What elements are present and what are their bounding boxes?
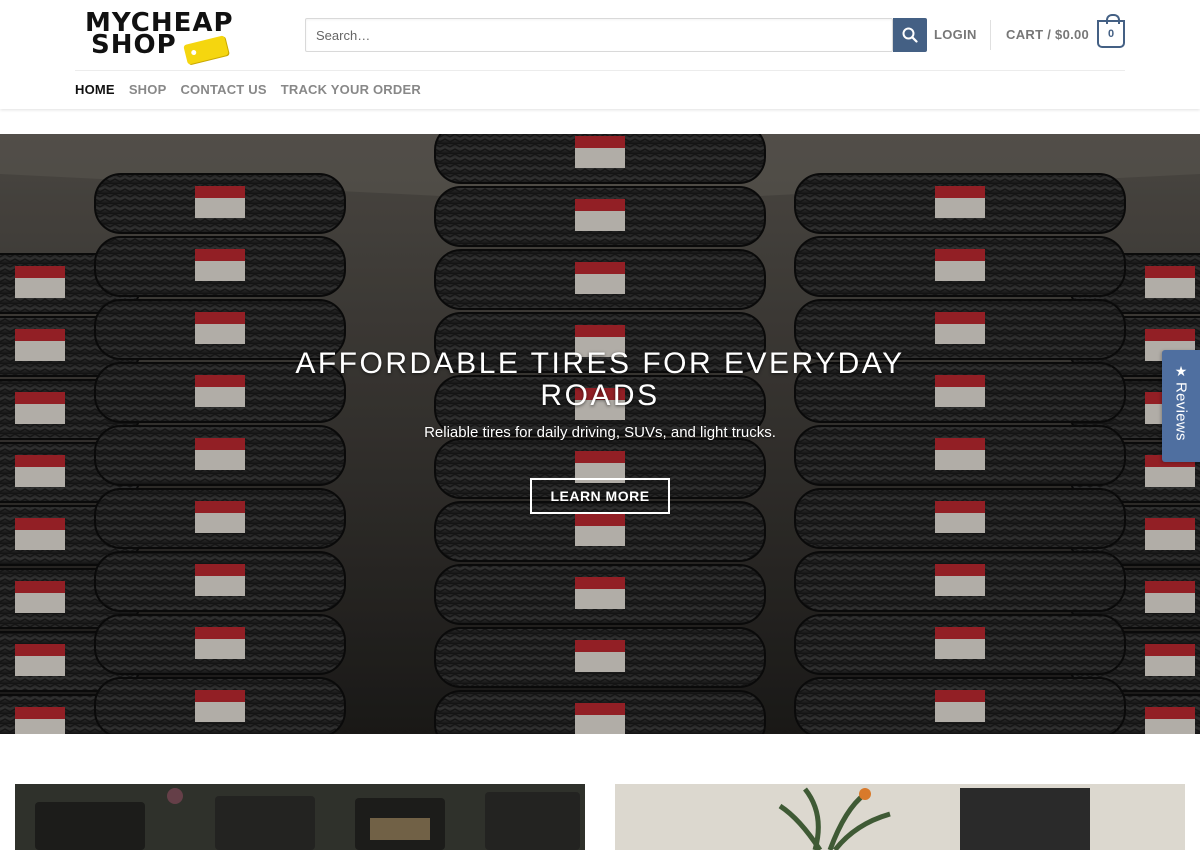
hero-subtitle: Reliable tires for daily driving, SUVs, …: [424, 424, 776, 441]
learn-more-button[interactable]: LEARN MORE: [530, 478, 670, 514]
site-logo[interactable]: MYCHEAP SHOP: [85, 8, 245, 66]
header-separator: [75, 70, 1125, 71]
hero-banner: AFFORDABLE TIRES FOR EVERYDAY ROADS Reli…: [0, 134, 1200, 734]
nav-item-home[interactable]: HOME: [75, 82, 115, 97]
reviews-tab[interactable]: ★ Reviews: [1162, 350, 1200, 462]
search-icon: [902, 27, 918, 43]
site-header: MYCHEAP SHOP LOGIN CART / $0.00 0 HOME S…: [0, 0, 1200, 109]
cart-link[interactable]: CART / $0.00: [1006, 27, 1089, 42]
search-input[interactable]: [305, 18, 893, 52]
cart-count: 0: [1107, 28, 1115, 40]
promo-image-left[interactable]: [15, 784, 585, 850]
hero-title: AFFORDABLE TIRES FOR EVERYDAY ROADS: [295, 347, 905, 412]
hero-content: AFFORDABLE TIRES FOR EVERYDAY ROADS Reli…: [0, 348, 1200, 514]
search-button[interactable]: [893, 18, 927, 52]
promo-image-right[interactable]: [615, 784, 1185, 850]
nav-item-contact-us[interactable]: CONTACT US: [180, 82, 266, 97]
login-link[interactable]: LOGIN: [934, 27, 977, 42]
logo-text-line2: SHOP: [91, 30, 177, 60]
reviews-tab-label: Reviews: [1172, 382, 1190, 441]
price-tag-icon: [183, 35, 229, 65]
cart-bag-icon[interactable]: 0: [1097, 14, 1125, 48]
patio-furniture-image: [15, 784, 585, 850]
main-nav: HOME SHOP CONTACT US TRACK YOUR ORDER: [75, 82, 435, 97]
star-icon: ★: [1174, 363, 1188, 379]
nav-item-shop[interactable]: SHOP: [129, 82, 167, 97]
header-divider: [990, 20, 991, 50]
indoor-plant-image: [615, 784, 1185, 850]
nav-item-track-order[interactable]: TRACK YOUR ORDER: [281, 82, 421, 97]
